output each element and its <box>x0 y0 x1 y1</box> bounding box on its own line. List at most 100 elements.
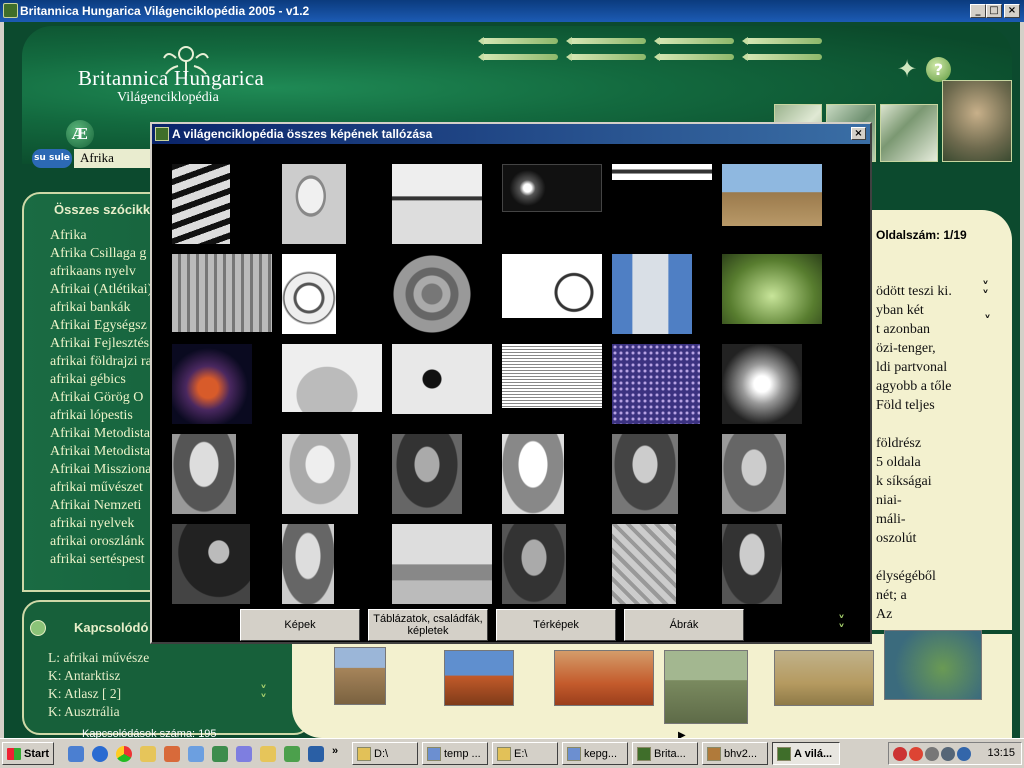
thumb-astrolabe[interactable] <box>282 254 372 334</box>
quicklaunch-app-icon-3[interactable] <box>212 746 228 762</box>
tables-button[interactable]: Táblázatok, családfák, képletek <box>368 609 488 641</box>
minimize-button[interactable]: _ <box>970 4 986 18</box>
related-icon[interactable] <box>30 620 46 636</box>
thumb-portrait-turban[interactable] <box>502 524 592 604</box>
security-icon[interactable] <box>909 747 923 761</box>
task-button-active[interactable]: A vilá... <box>772 742 840 765</box>
thumb-portrait-bearded[interactable] <box>392 434 482 514</box>
article-list-item[interactable]: afrikai nyelvek <box>50 516 152 534</box>
ae-icon[interactable]: Æ <box>66 120 94 148</box>
strip-thumb-3[interactable] <box>554 650 654 706</box>
quicklaunch-folder-icon[interactable] <box>140 746 156 762</box>
thumb-nebula[interactable] <box>172 344 262 424</box>
dialog-titlebar[interactable]: A világenciklopédia összes képének talló… <box>152 124 870 144</box>
quicklaunch-app-icon-5[interactable] <box>260 746 276 762</box>
images-button[interactable]: Képek <box>240 609 360 641</box>
thumb-relief-carving[interactable] <box>612 524 702 604</box>
thumb-globular-cluster[interactable] <box>722 344 812 424</box>
thumb-portrait-4[interactable] <box>612 434 702 514</box>
monitor-icon[interactable] <box>957 747 971 761</box>
article-list-item[interactable]: afrikai földrajzi ra <box>50 354 152 372</box>
thumb-plaza[interactable] <box>722 164 822 244</box>
menu-bar-4[interactable] <box>742 37 822 45</box>
thumb-radio-telescope[interactable] <box>282 164 372 244</box>
strip-thumb-4[interactable] <box>664 650 748 724</box>
article-list-item[interactable]: Afrikai (Atlétikai) <box>50 282 152 300</box>
header-thumbnail-4[interactable] <box>942 80 1012 162</box>
task-button[interactable]: bhv2... <box>702 742 768 765</box>
menu-bar-8[interactable] <box>742 53 822 61</box>
strip-thumb-1[interactable] <box>334 647 386 705</box>
maps-button[interactable]: Térképek <box>496 609 616 641</box>
article-list-item[interactable]: afrikaans nyelv <box>50 264 152 282</box>
scroll-down-icon[interactable]: ˅ ˅ <box>260 685 267 708</box>
quicklaunch-app-icon-6[interactable] <box>284 746 300 762</box>
antivirus-icon[interactable] <box>893 747 907 761</box>
article-list-item[interactable]: Afrikai Görög O <box>50 390 152 408</box>
thumb-portrait-2[interactable] <box>282 434 372 514</box>
help-button[interactable]: ? <box>926 57 951 82</box>
thumb-portrait-abauzit[interactable] <box>722 434 812 514</box>
article-list-item[interactable]: Afrikai Missziona <box>50 462 152 480</box>
quicklaunch-app-icon-2[interactable] <box>188 746 204 762</box>
task-button[interactable]: E:\ <box>492 742 558 765</box>
article-list-item[interactable]: afrikai bankák <box>50 300 152 318</box>
related-list-item[interactable]: L: afrikai művésze <box>48 650 149 668</box>
quicklaunch-app-icon-1[interactable] <box>164 746 180 762</box>
article-list-item[interactable]: afrikai sertéspest <box>50 552 152 570</box>
task-button[interactable]: temp ... <box>422 742 488 765</box>
dialog-scroll-down-icon[interactable]: ˅ ˅ <box>838 615 845 638</box>
window-titlebar[interactable]: Britannica Hungarica Világenciklopédia 2… <box>0 0 1024 22</box>
article-list-item[interactable]: Afrika Csillaga g <box>50 246 152 264</box>
article-list-item[interactable]: afrikai lópestis <box>50 408 152 426</box>
task-button[interactable]: D:\ <box>352 742 418 765</box>
article-list-item[interactable]: Afrikai Metodista <box>50 444 152 462</box>
article-list-item[interactable]: Afrikai Metodista <box>50 426 152 444</box>
diagrams-button[interactable]: Ábrák <box>624 609 744 641</box>
strip-thumb-2[interactable] <box>444 650 514 706</box>
thumb-colonnade[interactable] <box>172 254 272 334</box>
article-list-item[interactable]: afrikai oroszlánk <box>50 534 152 552</box>
thumb-runners[interactable] <box>172 164 262 244</box>
thumb-portrait-1[interactable] <box>172 434 262 514</box>
settings-icon[interactable] <box>925 747 939 761</box>
thumb-hurdlers[interactable] <box>392 164 482 244</box>
related-list-item[interactable]: K: Ausztrália <box>48 704 149 722</box>
article-list-item[interactable]: afrikai gébics <box>50 372 152 390</box>
header-thumbnail-3[interactable] <box>880 104 938 162</box>
menu-bar-7[interactable] <box>654 53 734 61</box>
article-list-item[interactable]: Afrikai Nemzeti <box>50 498 152 516</box>
task-button[interactable]: kepg... <box>562 742 628 765</box>
quicklaunch-chrome-icon[interactable] <box>116 746 132 762</box>
network-icon[interactable] <box>941 747 955 761</box>
task-button[interactable]: Brita... <box>632 742 698 765</box>
thumb-portrait-5[interactable] <box>722 524 812 604</box>
thumb-rickshaw[interactable] <box>502 254 602 334</box>
close-button[interactable]: × <box>1004 4 1020 18</box>
quicklaunch-more[interactable]: » <box>332 745 338 757</box>
article-list-item[interactable]: afrikai művészet <box>50 480 152 498</box>
related-list-item[interactable]: K: Antarktisz <box>48 668 149 686</box>
dialog-close-button[interactable]: × <box>851 127 866 140</box>
thumb-rifle[interactable] <box>612 164 712 244</box>
thumb-men-at-desk[interactable] <box>172 524 262 604</box>
menu-bar-5[interactable] <box>478 53 558 61</box>
quicklaunch-app-icon-4[interactable] <box>236 746 252 762</box>
thumb-stupa[interactable] <box>282 344 382 424</box>
strip-thumb-6[interactable] <box>884 630 982 700</box>
thumb-twin-stars[interactable] <box>502 164 602 244</box>
related-list-item[interactable]: K: Atlasz [ 2] <box>48 686 149 704</box>
article-list-item[interactable]: Afrikai Fejlesztés <box>50 336 152 354</box>
quicklaunch-ie-icon[interactable] <box>92 746 108 762</box>
menu-bar-6[interactable] <box>566 53 646 61</box>
thumb-portrait-cap[interactable] <box>282 524 372 604</box>
thumb-ink-painting[interactable] <box>392 344 492 424</box>
article-list-item[interactable]: Afrika <box>50 228 152 246</box>
thumb-highrise[interactable] <box>612 254 702 334</box>
thumb-portrait-3[interactable] <box>502 434 592 514</box>
maximize-button[interactable]: □ <box>986 4 1002 18</box>
menu-bar-2[interactable] <box>566 37 646 45</box>
thumb-mosque[interactable] <box>392 524 492 604</box>
quicklaunch-desktop-icon[interactable] <box>68 746 84 762</box>
thumb-aztec-calendar[interactable] <box>392 254 482 334</box>
